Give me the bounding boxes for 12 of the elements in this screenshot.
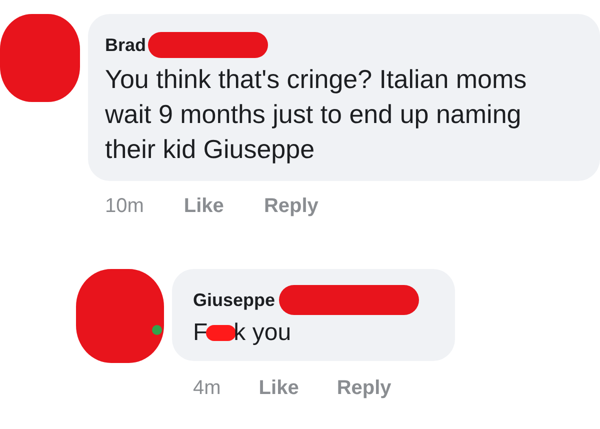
- timestamp: 4m: [193, 376, 221, 401]
- author-name[interactable]: Brad: [105, 34, 146, 56]
- redaction-mark: [206, 325, 236, 341]
- author-name[interactable]: Giuseppe: [193, 289, 276, 311]
- comment-text: F: [193, 318, 208, 348]
- timestamp: 10m: [105, 194, 144, 219]
- like-link[interactable]: Like: [184, 191, 224, 221]
- comment-text: k you: [234, 318, 292, 348]
- reply-link[interactable]: Reply: [336, 373, 392, 403]
- comment-text: You think that's cringe? Italian moms wait 9 months just to end up naming their kid Giuseppe: [105, 63, 528, 166]
- reply-link[interactable]: Reply: [264, 191, 318, 221]
- like-link[interactable]: Like: [258, 373, 299, 403]
